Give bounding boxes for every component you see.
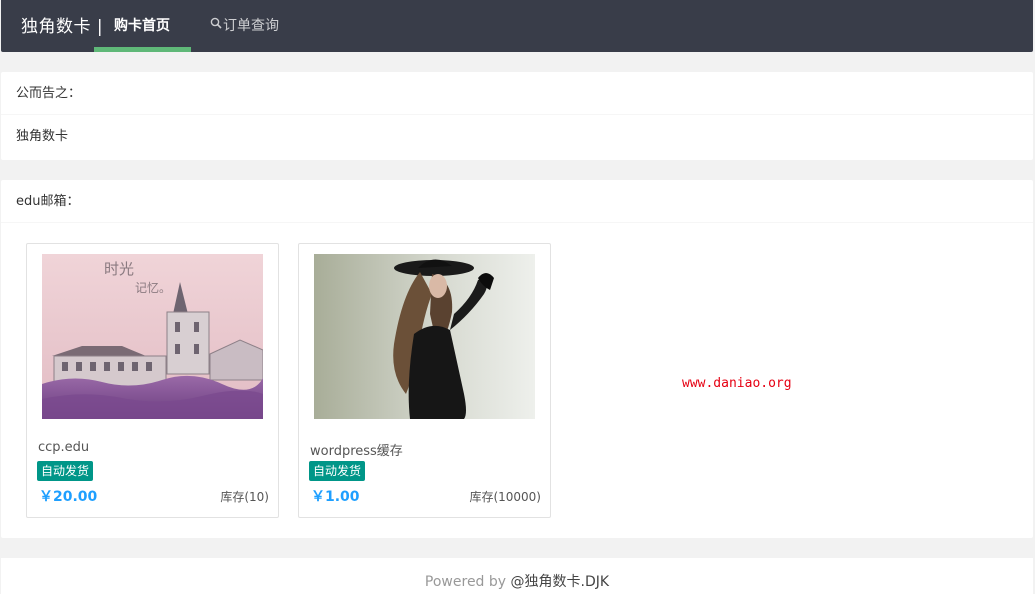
nav-order-label: 订单查询 [223,18,279,34]
footer: Powered by @独角数卡.DJK [1,558,1033,594]
footer-author-link[interactable]: @独角数卡.DJK [511,574,610,590]
product-image[interactable] [314,254,535,419]
product-image[interactable]: 时光 记忆。 [42,254,263,419]
svg-text:时光: 时光 [104,260,134,278]
notice-content: 独角数卡 [16,129,69,144]
product-name[interactable]: ccp.edu [38,440,89,455]
site-logo[interactable]: 独角数卡 | [21,12,103,37]
product-price: ￥1.00 [311,489,360,505]
notice-title: 公而告之： [1,72,1033,115]
nav-active-indicator [94,47,191,52]
product-card[interactable]: 时光 记忆。 ccp.edu 自动发货 ￥20.00 库存(10) [26,243,279,518]
nav-order-query-link[interactable]: 订单查询 [210,15,279,35]
product-stock: 库存(10) [220,490,269,504]
auto-delivery-badge: 自动发货 [37,461,94,481]
footer-powered-text: Powered by [424,574,511,590]
svg-text:记忆。: 记忆。 [135,281,171,295]
category-card: edu邮箱： 时光 记忆。 ccp.edu 自动发货 ￥20.00 库存(10)… [1,180,1033,538]
watermark-text: www.daniao.org [682,376,792,391]
product-card[interactable]: wordpress缓存 自动发货 ￥1.00 库存(10000) [298,243,551,518]
nav-home-link[interactable]: 购卡首页 [114,15,170,35]
category-title: edu邮箱： [1,180,1033,223]
product-name[interactable]: wordpress缓存 [310,440,403,459]
top-navbar: 独角数卡 | 购卡首页 订单查询 [1,0,1033,52]
product-price: ￥20.00 [39,489,98,505]
search-icon [210,17,222,32]
notice-card: 公而告之： 独角数卡 [1,72,1033,160]
product-stock: 库存(10000) [469,490,541,504]
auto-delivery-badge: 自动发货 [309,461,366,481]
